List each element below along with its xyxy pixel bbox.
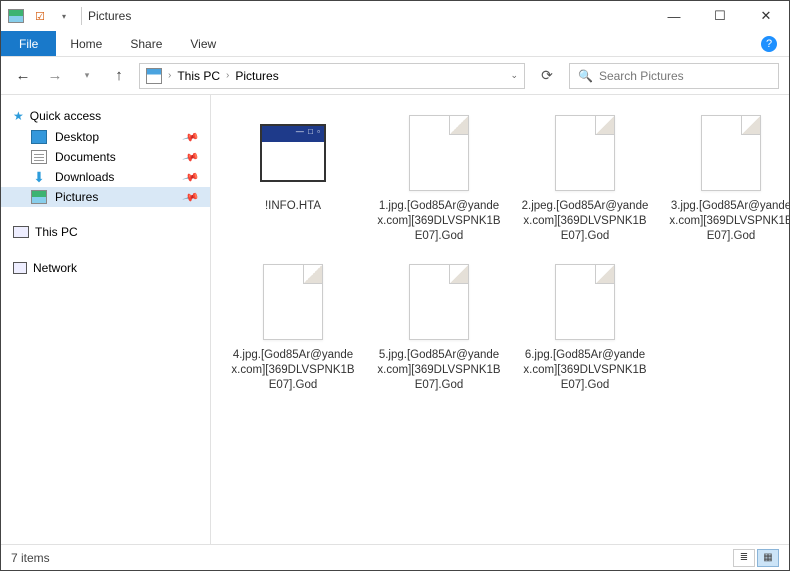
breadcrumb-item[interactable]: This PC	[177, 69, 220, 83]
explorer-icon	[5, 5, 27, 27]
sidebar-item-label: Pictures	[55, 190, 98, 204]
file-label: !INFO.HTA	[265, 199, 321, 214]
view-switcher: ≣ ▦	[733, 549, 779, 567]
up-button[interactable]: ↑	[107, 67, 131, 84]
pin-icon: 📌	[182, 128, 200, 146]
file-item[interactable]: 2.jpeg.[God85Ar@yandex.com][369DLVSPNK1B…	[521, 113, 649, 244]
quick-access-toolbar: ☑ ▾	[5, 5, 75, 27]
quick-access-label: Quick access	[30, 109, 101, 123]
star-icon: ★	[13, 109, 24, 123]
tab-share[interactable]: Share	[116, 31, 176, 56]
sidebar-quick-access[interactable]: ★ Quick access	[1, 105, 210, 127]
blank-file-icon	[404, 262, 474, 342]
sidebar-item-desktop[interactable]: Desktop 📌	[1, 127, 210, 147]
file-list[interactable]: !INFO.HTA 1.jpg.[God85Ar@yandex.com][369D…	[211, 95, 789, 544]
ribbon-tabs: File Home Share View ?	[1, 31, 789, 57]
details-view-button[interactable]: ≣	[733, 549, 755, 567]
file-item[interactable]: 6.jpg.[God85Ar@yandex.com][369DLVSPNK1BE…	[521, 262, 649, 393]
search-input[interactable]: 🔍 Search Pictures	[569, 63, 779, 89]
maximize-button[interactable]: ☐	[697, 1, 743, 31]
blank-file-icon	[258, 262, 328, 342]
item-count: 7 items	[11, 551, 50, 565]
back-button[interactable]: ←	[11, 67, 35, 84]
sidebar-item-downloads[interactable]: ⬇ Downloads 📌	[1, 167, 210, 187]
network-label: Network	[33, 261, 77, 275]
file-item[interactable]: !INFO.HTA	[229, 113, 357, 244]
tab-view[interactable]: View	[176, 31, 230, 56]
chevron-right-icon[interactable]: ›	[226, 70, 229, 81]
breadcrumb-item[interactable]: Pictures	[235, 69, 278, 83]
qat-dropdown-icon[interactable]: ▾	[53, 5, 75, 27]
navigation-bar: ← → ▾ ↑ › This PC › Pictures ⌄ ⟳ 🔍 Searc…	[1, 57, 789, 95]
navigation-pane: ★ Quick access Desktop 📌 Documents 📌 ⬇ D…	[1, 95, 211, 544]
hta-file-icon	[258, 113, 328, 193]
sidebar-item-label: Desktop	[55, 130, 99, 144]
icons-view-button[interactable]: ▦	[757, 549, 779, 567]
sidebar-item-pictures[interactable]: Pictures 📌	[1, 187, 210, 207]
file-item[interactable]: 3.jpg.[God85Ar@yandex.com][369DLVSPNK1BE…	[667, 113, 789, 244]
window-controls: ― ☐ ✕	[651, 1, 789, 31]
sidebar-network[interactable]: Network	[1, 257, 210, 279]
pin-icon: 📌	[182, 168, 200, 186]
forward-button[interactable]: →	[43, 67, 67, 84]
pc-icon	[13, 226, 29, 238]
pin-icon: 📌	[182, 188, 200, 206]
pin-icon: 📌	[182, 148, 200, 166]
file-item[interactable]: 4.jpg.[God85Ar@yandex.com][369DLVSPNK1BE…	[229, 262, 357, 393]
search-icon: 🔍	[578, 69, 593, 83]
search-placeholder: Search Pictures	[599, 69, 684, 83]
divider	[81, 7, 82, 25]
properties-icon[interactable]: ☑	[29, 5, 51, 27]
file-label: 4.jpg.[God85Ar@yandex.com][369DLVSPNK1BE…	[229, 348, 357, 393]
title-bar: ☑ ▾ Pictures ― ☐ ✕	[1, 1, 789, 31]
minimize-button[interactable]: ―	[651, 1, 697, 31]
desktop-icon	[31, 130, 47, 144]
file-item[interactable]: 5.jpg.[God85Ar@yandex.com][369DLVSPNK1BE…	[375, 262, 503, 393]
sidebar-item-label: Downloads	[55, 170, 114, 184]
file-label: 3.jpg.[God85Ar@yandex.com][369DLVSPNK1BE…	[667, 199, 789, 244]
sidebar-item-documents[interactable]: Documents 📌	[1, 147, 210, 167]
window-title: Pictures	[88, 9, 131, 23]
network-icon	[13, 262, 27, 274]
refresh-button[interactable]: ⟳	[533, 67, 561, 84]
file-item[interactable]: 1.jpg.[God85Ar@yandex.com][369DLVSPNK1BE…	[375, 113, 503, 244]
main-area: ★ Quick access Desktop 📌 Documents 📌 ⬇ D…	[1, 95, 789, 544]
tab-file[interactable]: File	[1, 31, 56, 56]
blank-file-icon	[696, 113, 766, 193]
breadcrumb-dropdown-icon[interactable]: ⌄	[510, 70, 518, 81]
file-label: 6.jpg.[God85Ar@yandex.com][369DLVSPNK1BE…	[521, 348, 649, 393]
location-icon	[146, 68, 162, 84]
file-label: 5.jpg.[God85Ar@yandex.com][369DLVSPNK1BE…	[375, 348, 503, 393]
blank-file-icon	[550, 262, 620, 342]
pictures-icon	[31, 190, 47, 204]
sidebar-item-label: Documents	[55, 150, 116, 164]
close-button[interactable]: ✕	[743, 1, 789, 31]
tab-home[interactable]: Home	[56, 31, 116, 56]
breadcrumb[interactable]: › This PC › Pictures ⌄	[139, 63, 525, 89]
help-button[interactable]: ?	[757, 31, 781, 56]
sidebar-this-pc[interactable]: This PC	[1, 221, 210, 243]
blank-file-icon	[550, 113, 620, 193]
thispc-label: This PC	[35, 225, 78, 239]
status-bar: 7 items ≣ ▦	[1, 544, 789, 570]
file-label: 1.jpg.[God85Ar@yandex.com][369DLVSPNK1BE…	[375, 199, 503, 244]
chevron-right-icon[interactable]: ›	[168, 70, 171, 81]
file-label: 2.jpeg.[God85Ar@yandex.com][369DLVSPNK1B…	[521, 199, 649, 244]
recent-dropdown-icon[interactable]: ▾	[75, 70, 99, 81]
documents-icon	[31, 150, 47, 164]
blank-file-icon	[404, 113, 474, 193]
downloads-icon: ⬇	[31, 170, 47, 184]
